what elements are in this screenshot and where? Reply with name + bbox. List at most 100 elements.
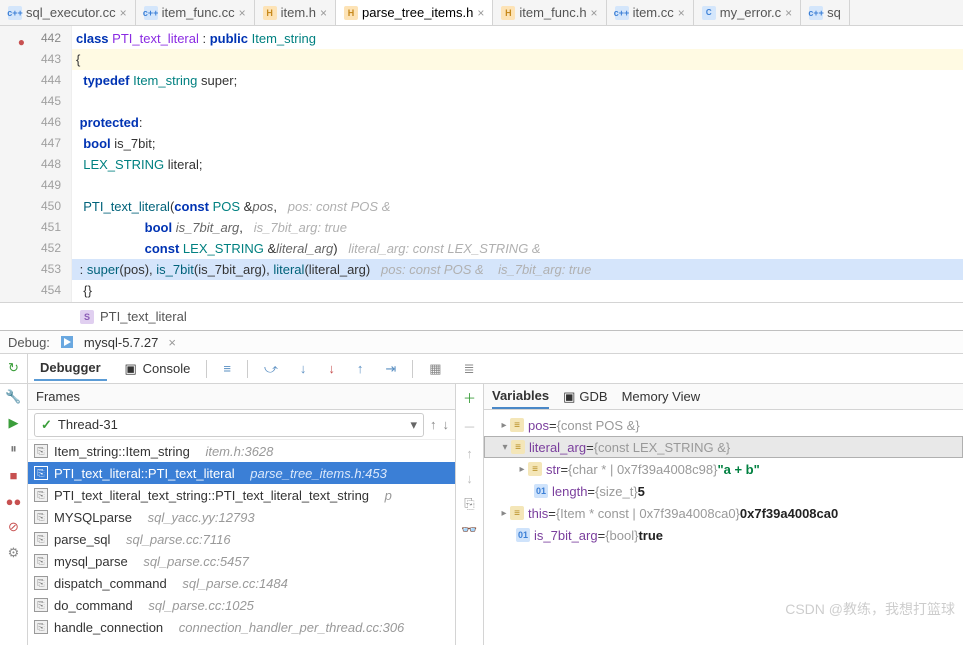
frame-row[interactable]: ⎘mysql_parse sql_parse.cc:5457 (28, 550, 455, 572)
tab-my-error-c[interactable]: Cmy_error.c× (694, 0, 801, 25)
obj-icon: ≡ (510, 506, 524, 520)
threads-icon[interactable]: ≡ (217, 359, 237, 378)
frame-row[interactable]: ⎘PTI_text_literal_text_string::PTI_text_… (28, 484, 455, 506)
step-over-icon[interactable]: ⤻ (258, 359, 284, 379)
run-to-cursor-icon[interactable]: ⇥ (379, 359, 402, 379)
obj-icon: ≡ (511, 440, 525, 454)
obj-icon: ≡ (510, 418, 524, 432)
var-row[interactable]: 01length = {size_t} 5 (484, 480, 963, 502)
frame-row[interactable]: ⎘do_command sql_parse.cc:1025 (28, 594, 455, 616)
tab-parse-tree-items[interactable]: Hparse_tree_items.h× (336, 0, 493, 25)
modify-run-icon[interactable]: 🔧 (5, 388, 23, 406)
tab-item-func-h[interactable]: Hitem_func.h× (493, 0, 606, 25)
frame-icon: ⎘ (34, 488, 48, 502)
prev-frame-icon[interactable]: ↑ (430, 417, 437, 432)
code-area[interactable]: class PTI_text_literal : public Item_str… (72, 26, 963, 302)
frame-row[interactable]: ⎘dispatch_command sql_parse.cc:1484 (28, 572, 455, 594)
copy-icon[interactable]: ⎘ (464, 496, 474, 512)
bookmark-icon: ● (13, 32, 25, 44)
variables-panel: ＋ － ↑ ↓ ⎘ 👓 Variables ▣GDB Memory View ▸… (456, 384, 963, 645)
expand-icon[interactable]: ▸ (498, 508, 510, 519)
tab-overflow[interactable]: c++sq (801, 0, 850, 25)
tab-sql-executor[interactable]: c++sql_executor.cc× (0, 0, 136, 25)
tab-gdb[interactable]: ▣GDB (563, 385, 607, 409)
run-config-name[interactable]: mysql-5.7.27 (84, 335, 158, 350)
close-icon[interactable]: × (678, 6, 685, 20)
pause-icon[interactable]: ⏸ (5, 440, 23, 458)
var-row[interactable]: 01is_7bit_arg = {bool} true (484, 524, 963, 546)
expand-icon[interactable]: ▸ (516, 464, 528, 475)
close-icon[interactable]: × (239, 6, 246, 20)
variables-toolbar: ＋ － ↑ ↓ ⎘ 👓 (456, 384, 484, 645)
var-row[interactable]: ▸≡str = {char * | 0x7f39a4008c98} "a + b… (484, 458, 963, 480)
frame-icon: ⎘ (34, 576, 48, 590)
c-icon: C (702, 6, 716, 20)
debug-label: Debug: (8, 335, 50, 350)
collapse-icon[interactable]: ▾ (499, 442, 511, 453)
tab-memory-view[interactable]: Memory View (622, 385, 701, 408)
force-step-into-icon[interactable]: ↓ (322, 359, 341, 378)
settings-icon[interactable]: ⚙ (5, 544, 23, 562)
frame-row[interactable]: ⎘Item_string::Item_string item.h:3628 (28, 440, 455, 462)
frame-row[interactable]: ⎘handle_connection connection_handler_pe… (28, 616, 455, 638)
close-icon[interactable]: × (477, 6, 484, 20)
add-watch-icon[interactable]: ＋ (463, 388, 476, 407)
mute-breakpoints-icon[interactable]: ⊘ (5, 518, 23, 536)
debug-body: 🔧 ▶ ⏸ ■ ●● ⊘ ⚙ Frames ✓ Thread-31 ▾ ↑ ↓ … (0, 384, 963, 645)
step-into-icon[interactable]: ↓ (294, 359, 313, 378)
frame-icon: ⎘ (34, 466, 48, 480)
tab-variables[interactable]: Variables (492, 384, 549, 409)
chevron-down-icon: ▾ (410, 417, 417, 433)
frame-row[interactable]: ⎘PTI_text_literal::PTI_text_literal pars… (28, 462, 455, 484)
down-icon[interactable]: ↓ (466, 471, 473, 486)
view-breakpoints-icon[interactable]: ●● (5, 492, 23, 510)
close-icon[interactable]: × (120, 6, 127, 20)
frame-row[interactable]: ⎘parse_sql sql_parse.cc:7116 (28, 528, 455, 550)
show-watches-icon[interactable]: 👓 (461, 522, 477, 538)
frame-icon: ⎘ (34, 444, 48, 458)
h-icon: H (501, 6, 515, 20)
h-icon: H (263, 6, 277, 20)
var-row[interactable]: ▸≡this = {Item * const | 0x7f39a4008ca0}… (484, 502, 963, 524)
prim-icon: 01 (516, 528, 530, 542)
debug-side-toolbar: 🔧 ▶ ⏸ ■ ●● ⊘ ⚙ (0, 384, 28, 645)
frames-title: Frames (36, 389, 80, 404)
console-icon: ▣ (123, 361, 139, 377)
cpp-icon: c++ (144, 6, 158, 20)
next-frame-icon[interactable]: ↓ (443, 417, 450, 432)
var-row[interactable]: ▾≡literal_arg = {const LEX_STRING &} (484, 436, 963, 458)
trace-icon[interactable]: ≣ (458, 359, 481, 379)
tab-item-cc[interactable]: c++item.cc× (607, 0, 694, 25)
editor-tab-bar: c++sql_executor.cc× c++item_func.cc× Hit… (0, 0, 963, 26)
up-icon[interactable]: ↑ (466, 446, 473, 461)
gutter[interactable]: 442● 443 444 445 446 447 448 449 450 451… (0, 26, 72, 302)
struct-icon: S (80, 310, 94, 324)
close-icon[interactable]: × (785, 6, 792, 20)
close-icon[interactable]: × (591, 6, 598, 20)
tab-item-h[interactable]: Hitem.h× (255, 0, 336, 25)
run-config-icon (60, 335, 74, 349)
breadcrumb[interactable]: S PTI_text_literal (0, 302, 963, 330)
tab-debugger[interactable]: Debugger (34, 356, 107, 381)
expand-icon[interactable]: ▸ (498, 420, 510, 431)
close-icon[interactable]: × (320, 6, 327, 20)
remove-watch-icon[interactable]: － (463, 417, 476, 436)
frame-row[interactable]: ⎘MYSQLparse sql_yacc.yy:12793 (28, 506, 455, 528)
resume-icon[interactable]: ▶ (5, 414, 23, 432)
variables-tree[interactable]: ▸≡pos = {const POS &} ▾≡literal_arg = {c… (484, 410, 963, 546)
var-row[interactable]: ▸≡pos = {const POS &} (484, 414, 963, 436)
breadcrumb-label: PTI_text_literal (100, 309, 187, 324)
tab-item-func-cc[interactable]: c++item_func.cc× (136, 0, 255, 25)
step-out-icon[interactable]: ↑ (351, 359, 370, 378)
frames-list[interactable]: ⎘Item_string::Item_string item.h:3628 ⎘P… (28, 440, 455, 645)
thread-selector[interactable]: ✓ Thread-31 ▾ (34, 413, 424, 437)
rerun-button[interactable]: ↻ (0, 354, 27, 376)
cpp-icon: c++ (8, 6, 22, 20)
check-icon: ✓ (41, 417, 52, 433)
close-icon[interactable]: × (168, 335, 176, 350)
evaluate-icon[interactable]: ▦ (423, 359, 447, 379)
stop-icon[interactable]: ■ (5, 466, 23, 484)
tab-console[interactable]: ▣Console (117, 357, 197, 381)
frame-icon: ⎘ (34, 554, 48, 568)
debug-toolwindow-header: Debug: mysql-5.7.27 × (0, 330, 963, 354)
